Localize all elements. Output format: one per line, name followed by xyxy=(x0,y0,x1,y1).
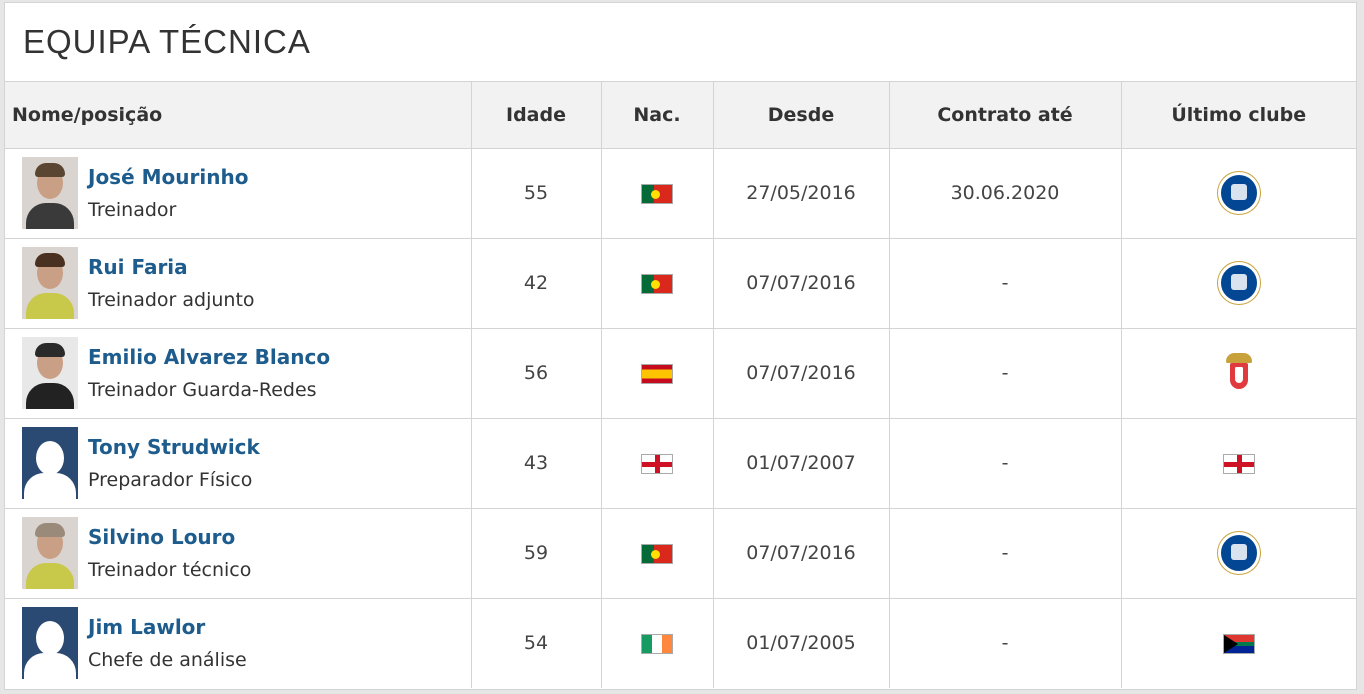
staff-name-link[interactable]: Tony Strudwick xyxy=(88,435,260,459)
contract-cell: - xyxy=(889,328,1122,419)
name-cell: José Mourinho Treinador xyxy=(5,148,472,239)
staff-photo[interactable] xyxy=(22,337,78,409)
column-header-last-club[interactable]: Último clube xyxy=(1121,82,1356,149)
staff-photo[interactable] xyxy=(22,517,78,589)
staff-name-link[interactable]: José Mourinho xyxy=(88,165,248,189)
benfica-crest-icon[interactable] xyxy=(1222,353,1256,393)
staff-role: Treinador técnico xyxy=(88,559,252,581)
staff-role: Treinador Guarda-Redes xyxy=(88,379,317,401)
nationality-cell xyxy=(601,598,714,688)
contract-cell: - xyxy=(889,598,1122,688)
age-cell: 59 xyxy=(471,508,602,599)
south-africa-flag-icon[interactable] xyxy=(1222,633,1255,654)
last-club-cell xyxy=(1121,508,1356,599)
nationality-cell xyxy=(601,508,714,599)
staff-panel: EQUIPA TÉCNICA Nome/posição Idade Nac. D… xyxy=(4,2,1357,690)
staff-photo-placeholder[interactable] xyxy=(22,607,78,680)
column-header-since[interactable]: Desde xyxy=(713,82,890,149)
chelsea-crest-icon[interactable] xyxy=(1217,262,1260,304)
since-cell: 07/07/2016 xyxy=(713,238,890,329)
name-cell: Tony Strudwick Preparador Físico xyxy=(5,418,472,509)
last-club-cell xyxy=(1121,418,1356,509)
contract-cell: - xyxy=(889,508,1122,599)
age-cell: 43 xyxy=(471,418,602,509)
staff-name-link[interactable]: Emilio Alvarez Blanco xyxy=(88,345,330,369)
table-row: Silvino Louro Treinador técnico 59 07/07… xyxy=(5,508,1356,599)
england-flag-icon[interactable] xyxy=(1222,453,1255,474)
last-club-cell xyxy=(1121,598,1356,688)
ireland-flag-icon xyxy=(641,633,673,654)
panel-title: EQUIPA TÉCNICA xyxy=(5,3,1356,82)
staff-name-link[interactable]: Silvino Louro xyxy=(88,525,251,549)
table-row: José Mourinho Treinador 55 27/05/2016 30… xyxy=(5,148,1356,239)
table-row: Emilio Alvarez Blanco Treinador Guarda-R… xyxy=(5,328,1356,419)
name-cell: Emilio Alvarez Blanco Treinador Guarda-R… xyxy=(5,328,472,419)
spain-flag-icon xyxy=(641,363,673,384)
age-cell: 56 xyxy=(471,328,602,419)
nationality-cell xyxy=(601,418,714,509)
staff-name-link[interactable]: Jim Lawlor xyxy=(88,615,247,639)
last-club-cell xyxy=(1121,328,1356,419)
staff-table: Nome/posição Idade Nac. Desde Contrato a… xyxy=(5,82,1356,688)
since-cell: 07/07/2016 xyxy=(713,508,890,599)
staff-photo[interactable] xyxy=(22,157,78,229)
table-row: Tony Strudwick Preparador Físico 43 01/0… xyxy=(5,418,1356,509)
staff-role: Chefe de análise xyxy=(88,649,247,672)
portugal-flag-icon xyxy=(641,273,673,294)
staff-role: Treinador adjunto xyxy=(88,289,255,311)
portugal-flag-icon xyxy=(641,183,673,204)
portugal-flag-icon xyxy=(641,543,673,564)
chelsea-crest-icon[interactable] xyxy=(1217,532,1260,574)
since-cell: 01/07/2007 xyxy=(713,418,890,509)
last-club-cell xyxy=(1121,238,1356,329)
column-header-nationality[interactable]: Nac. xyxy=(601,82,714,149)
staff-role: Treinador xyxy=(88,199,177,221)
table-header-row: Nome/posição Idade Nac. Desde Contrato a… xyxy=(5,82,1356,149)
column-header-name[interactable]: Nome/posição xyxy=(5,82,472,149)
nationality-cell xyxy=(601,148,714,239)
nationality-cell xyxy=(601,238,714,329)
name-cell: Rui Faria Treinador adjunto xyxy=(5,238,472,329)
column-header-age[interactable]: Idade xyxy=(471,82,602,149)
since-cell: 27/05/2016 xyxy=(713,148,890,239)
england-flag-icon xyxy=(641,453,673,474)
contract-cell: - xyxy=(889,418,1122,509)
table-row: Rui Faria Treinador adjunto 42 07/07/201… xyxy=(5,238,1356,329)
since-cell: 01/07/2005 xyxy=(713,598,890,688)
age-cell: 42 xyxy=(471,238,602,329)
chelsea-crest-icon[interactable] xyxy=(1217,172,1260,214)
name-cell: Jim Lawlor Chefe de análise xyxy=(5,598,472,688)
contract-cell: 30.06.2020 xyxy=(889,148,1122,239)
age-cell: 54 xyxy=(471,598,602,688)
last-club-cell xyxy=(1121,148,1356,239)
staff-photo-placeholder[interactable] xyxy=(22,427,78,499)
staff-name-link[interactable]: Rui Faria xyxy=(88,255,255,279)
since-cell: 07/07/2016 xyxy=(713,328,890,419)
staff-role: Preparador Físico xyxy=(88,469,253,491)
name-cell: Silvino Louro Treinador técnico xyxy=(5,508,472,599)
nationality-cell xyxy=(601,328,714,419)
staff-photo[interactable] xyxy=(22,247,78,319)
age-cell: 55 xyxy=(471,148,602,239)
contract-cell: - xyxy=(889,238,1122,329)
table-row: Jim Lawlor Chefe de análise 54 01/07/200… xyxy=(5,598,1356,688)
column-header-contract[interactable]: Contrato até xyxy=(889,82,1122,149)
